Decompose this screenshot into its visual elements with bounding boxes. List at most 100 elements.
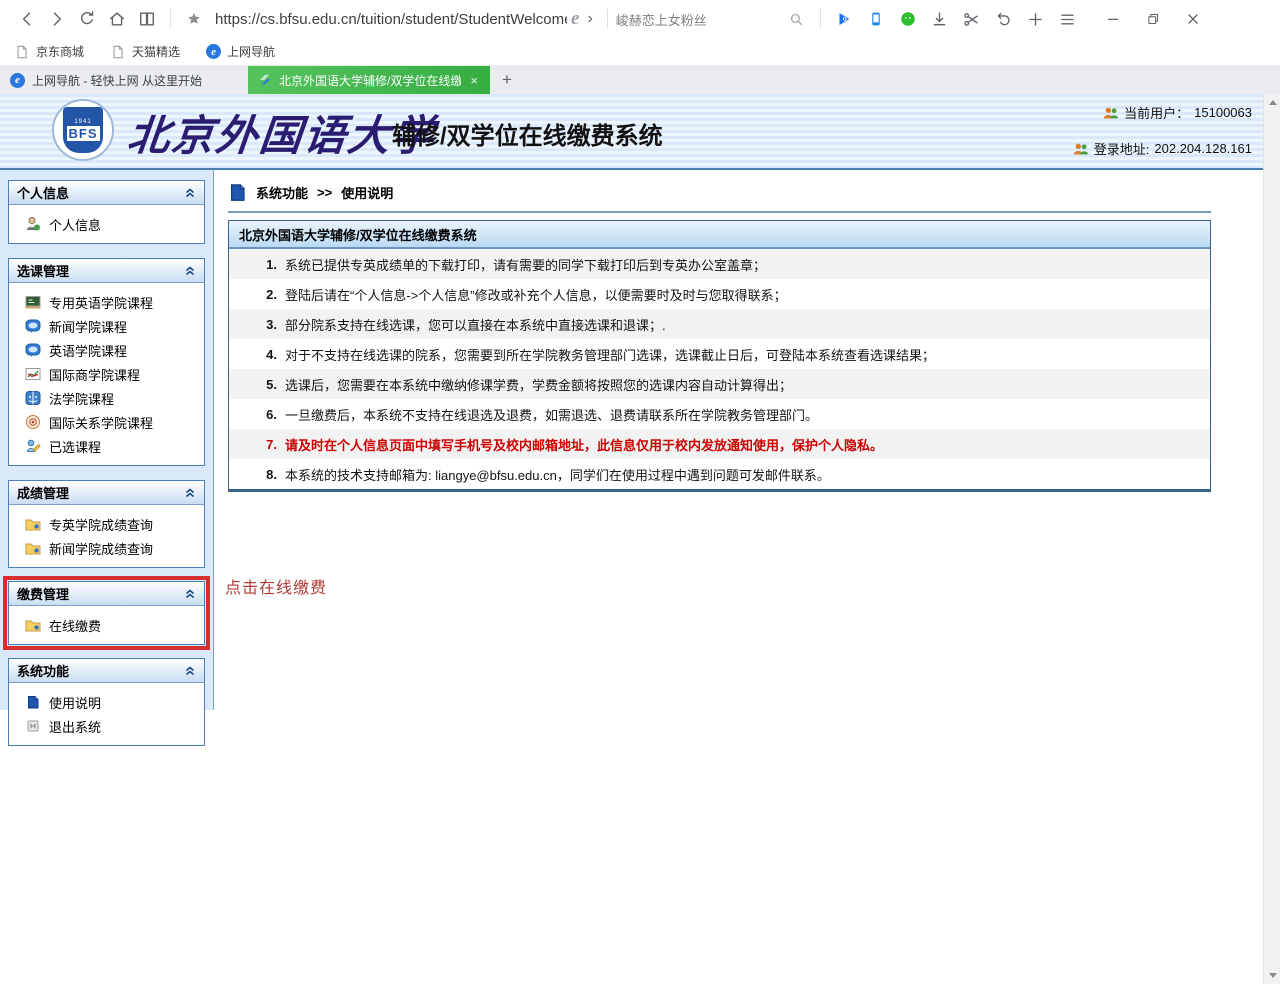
sidebar-item-international-relations-courses[interactable]: 国际关系学院课程 — [9, 410, 204, 434]
tab-bfsu-tuition[interactable]: 北京外国语大学辅修/双学位在线缴费 × — [248, 66, 490, 94]
bookmark-jd[interactable]: 京东商城 — [14, 43, 84, 60]
sidebar-item-logout[interactable]: 退出系统 — [9, 714, 204, 738]
menu-icon[interactable] — [1053, 4, 1083, 34]
sidebar-item-online-payment[interactable]: 在线缴费 — [9, 613, 204, 637]
bookmark-tmall[interactable]: 天猫精选 — [110, 43, 180, 60]
browser-window: https://cs.bfsu.edu.cn/tuition/student/S… — [0, 0, 1280, 984]
notice-number: 2. — [257, 287, 277, 302]
sidebar-item-journalism-courses[interactable]: 新闻学院课程 — [9, 314, 204, 338]
restore-button[interactable] — [1133, 4, 1173, 34]
section-header-grades[interactable]: 成绩管理 — [9, 481, 204, 505]
screenshot-scissors-icon[interactable] — [957, 4, 987, 34]
section-header-course-selection[interactable]: 选课管理 — [9, 259, 204, 283]
collapse-chevron-icon[interactable] — [184, 187, 196, 199]
sidebar-item-english-grades-query[interactable]: 专英学院成绩查询 — [9, 512, 204, 536]
sidebar-item-law-school-courses[interactable]: 法学院课程 — [9, 386, 204, 410]
payment-highlight-box: 缴费管理 在线缴费 — [3, 576, 210, 650]
sidebar-item-label: 退出系统 — [49, 717, 101, 736]
url-expand-icon[interactable]: › — [581, 10, 598, 28]
sidebar-item-english-school-courses[interactable]: 英语学院课程 — [9, 338, 204, 362]
logo-abbr: BFS — [67, 126, 100, 141]
document-icon — [228, 183, 247, 202]
close-button[interactable] — [1173, 4, 1213, 34]
scroll-down-arrow[interactable] — [1264, 967, 1280, 984]
sidebar: 个人信息 个人信息 选课管理 — [0, 170, 214, 710]
forward-icon[interactable] — [42, 4, 72, 34]
collapse-chevron-icon[interactable] — [184, 487, 196, 499]
current-user-label: 当前用户： — [1124, 103, 1189, 122]
url-text[interactable]: https://cs.bfsu.edu.cn/tuition/student/S… — [215, 11, 567, 28]
ie-compat-icon[interactable]: e — [571, 8, 579, 30]
wechat-icon[interactable] — [893, 4, 923, 34]
panel-title: 北京外国语大学辅修/双学位在线缴费系统 — [229, 221, 1210, 249]
minimize-button[interactable] — [1093, 4, 1133, 34]
address-bar[interactable]: https://cs.bfsu.edu.cn/tuition/student/S… — [179, 4, 599, 34]
sidebar-item-instructions[interactable]: 使用说明 — [9, 690, 204, 714]
e-browser-icon: e — [206, 44, 221, 59]
notice-text: 对于不支持在线选课的院系，您需要到所在学院教务管理部门选课，选课截止日后，可登陆… — [285, 345, 935, 364]
tab-navigation-home[interactable]: e 上网导航 - 轻快上网 从这里开始 — [0, 66, 248, 94]
mobile-sync-icon[interactable] — [861, 4, 891, 34]
search-input[interactable]: 峻赫恋上女粉丝 — [616, 10, 782, 29]
collapse-chevron-icon[interactable] — [184, 265, 196, 277]
notice-row: 3.部分院系支持在线选课，您可以直接在本系统中直接选课和退课；. — [229, 309, 1210, 339]
sidebar-item-business-school-courses[interactable]: 国际商学院课程 — [9, 362, 204, 386]
toolbar-separator — [170, 9, 171, 29]
sidebar-item-selected-courses[interactable]: 已选课程 — [9, 434, 204, 458]
collapse-chevron-icon[interactable] — [184, 588, 196, 600]
sidebar-item-english-college-courses[interactable]: 专用英语学院课程 — [9, 290, 204, 314]
undo-icon[interactable] — [989, 4, 1019, 34]
page-icon — [110, 44, 126, 60]
notice-text: 登陆后请在“个人信息->个人信息”修改或补充个人信息，以便需要时及时与您取得联系… — [285, 285, 787, 304]
sidebar-item-label: 国际商学院课程 — [49, 365, 140, 384]
bookmark-label: 上网导航 — [227, 43, 275, 60]
content-area: 个人信息 个人信息 选课管理 — [0, 170, 1263, 982]
university-logo: 1941 BFS — [52, 99, 114, 161]
logo-year: 1941 — [74, 119, 91, 125]
notice-text: 请及时在个人信息页面中填写手机号及校内邮箱地址，此信息仅用于校内发放通知使用，保… — [285, 435, 883, 454]
users-icon — [1073, 141, 1089, 157]
breadcrumb-divider — [228, 211, 1211, 213]
section-title: 缴费管理 — [17, 584, 69, 603]
page-scrollbar[interactable] — [1263, 94, 1280, 984]
search-icon[interactable] — [782, 4, 812, 34]
sidebar-item-label: 专用英语学院课程 — [49, 293, 153, 312]
student-writing-icon — [25, 438, 41, 454]
refresh-icon[interactable] — [72, 4, 102, 34]
notice-row: 4. 对于不支持在线选课的院系，您需要到所在学院教务管理部门选课，选课截止日后，可… — [229, 339, 1210, 369]
chat-icon — [25, 318, 41, 334]
back-icon[interactable] — [12, 4, 42, 34]
tab-label: 上网导航 - 轻快上网 从这里开始 — [32, 72, 238, 89]
scroll-up-arrow[interactable] — [1264, 94, 1280, 111]
sidebar-item-personal-info[interactable]: 个人信息 — [9, 212, 204, 236]
notice-number: 4. — [257, 347, 277, 362]
section-header-system[interactable]: 系统功能 — [9, 659, 204, 683]
section-personal-info: 个人信息 个人信息 — [8, 180, 205, 244]
notice-text: 系统已提供专英成绩单的下载打印，请有需要的同学下载打印后到专英办公室盖章； — [285, 255, 766, 274]
new-window-plus-icon[interactable] — [1021, 4, 1051, 34]
main-area: 系统功能 >> 使用说明 北京外国语大学辅修/双学位在线缴费系统 1.系统已提供… — [214, 170, 1263, 982]
chart-icon — [25, 366, 41, 382]
search-box[interactable]: 峻赫恋上女粉丝 — [616, 4, 812, 34]
bookmark-navigation[interactable]: e 上网导航 — [206, 43, 275, 60]
sidebar-item-journalism-grades-query[interactable]: 新闻学院成绩查询 — [9, 536, 204, 560]
notice-number: 5. — [257, 377, 277, 392]
tab-close-icon[interactable]: × — [468, 73, 480, 88]
folder-icon — [25, 516, 41, 532]
bookmark-star-icon[interactable] — [179, 4, 209, 34]
collapse-chevron-icon[interactable] — [184, 665, 196, 677]
notice-number: 7. — [257, 437, 277, 452]
extension-area — [829, 4, 1083, 34]
login-address-info: 登录地址: 202.204.128.161 — [1073, 139, 1252, 158]
section-header-payment[interactable]: 缴费管理 — [9, 582, 204, 606]
section-header-personal-info[interactable]: 个人信息 — [9, 181, 204, 205]
web-page: 1941 BFS 北京外国语大学 辅修/双学位在线缴费系统 当前用户： 1510… — [0, 94, 1280, 984]
notice-number: 1. — [257, 257, 277, 272]
new-tab-button[interactable]: + — [490, 66, 524, 94]
home-icon[interactable] — [102, 4, 132, 34]
video-play-icon[interactable] — [829, 4, 859, 34]
breadcrumb-section[interactable]: 系统功能 — [256, 183, 308, 202]
download-icon[interactable] — [925, 4, 955, 34]
reader-mode-icon[interactable] — [132, 4, 162, 34]
notice-number: 8. — [257, 467, 277, 482]
